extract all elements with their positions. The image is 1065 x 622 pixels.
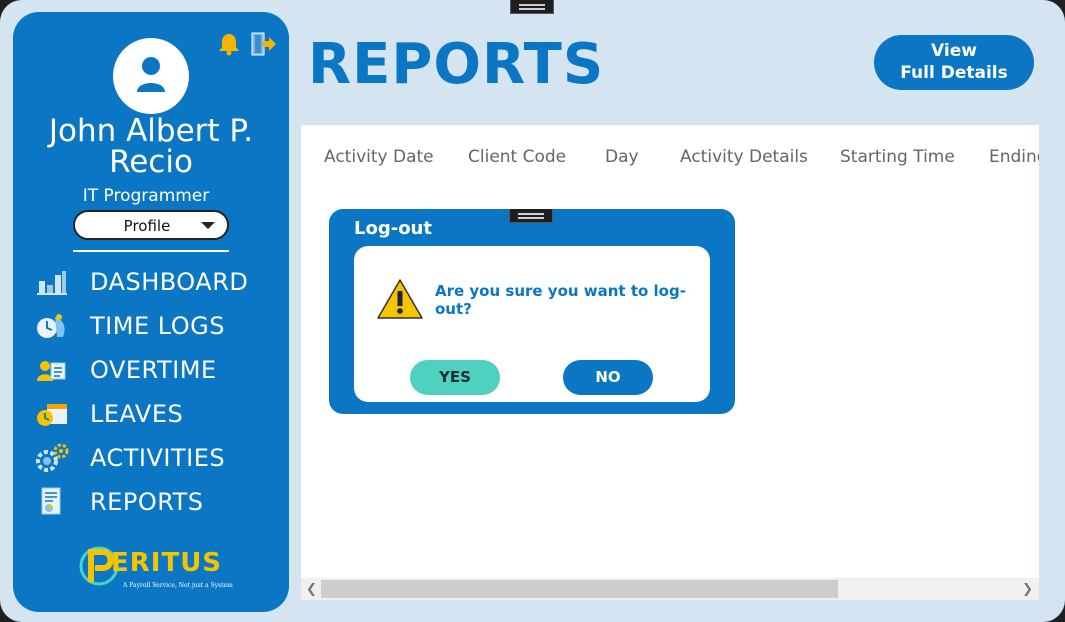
- sidebar-item-label: DASHBOARD: [90, 268, 249, 296]
- profile-dropdown[interactable]: Profile: [73, 210, 229, 240]
- dialog-drag-handle[interactable]: [509, 209, 553, 223]
- user-icon: [137, 57, 165, 92]
- warning-icon: [377, 279, 423, 319]
- activities-gear-icon: [36, 443, 69, 472]
- brand-logo: ERITUS A Payroll Service, Not just a Sys…: [77, 542, 233, 592]
- sidebar-item-label: TIME LOGS: [90, 312, 225, 340]
- sidebar-item-label: OVERTIME: [90, 356, 217, 384]
- view-button-line2: Full Details: [900, 63, 1008, 83]
- column-header-day[interactable]: Day: [605, 147, 639, 167]
- logout-dialog: Log-out Are you sure you want to log- ou…: [329, 209, 735, 414]
- sidebar-divider: [73, 250, 229, 252]
- brand-tagline: A Payroll Service, Not just a System: [123, 582, 233, 589]
- view-full-details-button[interactable]: View Full Details: [874, 35, 1034, 90]
- window-drag-handle[interactable]: [510, 0, 554, 14]
- reports-document-icon: [41, 487, 61, 515]
- view-button-line1: View: [931, 41, 977, 61]
- column-header-activity-date[interactable]: Activity Date: [324, 147, 434, 167]
- user-name-line2: Recio: [109, 144, 193, 180]
- profile-dropdown-label: Profile: [123, 217, 171, 235]
- scrollbar-thumb[interactable]: [321, 580, 838, 598]
- sidebar-item-leaves[interactable]: LEAVES: [35, 396, 275, 432]
- horizontal-scrollbar[interactable]: ❮ ❯: [301, 578, 1039, 600]
- column-header-client-code[interactable]: Client Code: [468, 147, 566, 167]
- no-button[interactable]: NO: [563, 360, 653, 395]
- dialog-message-line1: Are you sure you want to log-: [435, 282, 686, 300]
- app-window: John Albert P. Recio IT Programmer Profi…: [0, 0, 1065, 622]
- column-header-activity-details[interactable]: Activity Details: [680, 147, 808, 167]
- logout-icon[interactable]: [251, 32, 277, 56]
- bell-icon[interactable]: [217, 32, 241, 56]
- user-name-line1: John Albert P.: [48, 113, 254, 149]
- dashboard-chart-icon: [37, 271, 67, 295]
- sidebar-item-activities[interactable]: ACTIVITIES: [35, 440, 275, 476]
- sidebar: John Albert P. Recio IT Programmer Profi…: [13, 12, 289, 612]
- dialog-message: Are you sure you want to log- out?: [435, 282, 691, 318]
- dialog-body: Are you sure you want to log- out? YES N…: [354, 246, 710, 402]
- scroll-left-icon[interactable]: ❮: [306, 581, 317, 597]
- time-logs-icon: [37, 314, 65, 338]
- sidebar-item-label: LEAVES: [90, 400, 184, 428]
- leaves-calendar-icon: [37, 404, 67, 426]
- overtime-icon: [37, 361, 66, 381]
- brand-name: ERITUS: [111, 548, 223, 578]
- user-name: John Albert P. Recio: [13, 116, 289, 178]
- user-role: IT Programmer: [82, 186, 210, 206]
- yes-button[interactable]: YES: [410, 360, 500, 395]
- sidebar-item-label: REPORTS: [90, 488, 204, 516]
- sidebar-item-time-logs[interactable]: TIME LOGS: [35, 308, 275, 344]
- chevron-down-icon: [201, 222, 215, 229]
- sidebar-item-dashboard[interactable]: DASHBOARD: [35, 264, 275, 300]
- sidebar-item-overtime[interactable]: OVERTIME: [35, 352, 275, 388]
- sidebar-item-reports[interactable]: REPORTS: [35, 484, 275, 520]
- dialog-title: Log-out: [354, 218, 432, 239]
- dialog-message-line2: out?: [435, 300, 472, 318]
- avatar[interactable]: [113, 38, 189, 114]
- page-title: REPORTS: [308, 32, 605, 97]
- sidebar-item-label: ACTIVITIES: [90, 444, 226, 472]
- scroll-right-icon[interactable]: ❯: [1022, 581, 1033, 597]
- column-header-starting-time[interactable]: Starting Time: [840, 147, 955, 167]
- column-header-ending[interactable]: Ending: [989, 147, 1039, 167]
